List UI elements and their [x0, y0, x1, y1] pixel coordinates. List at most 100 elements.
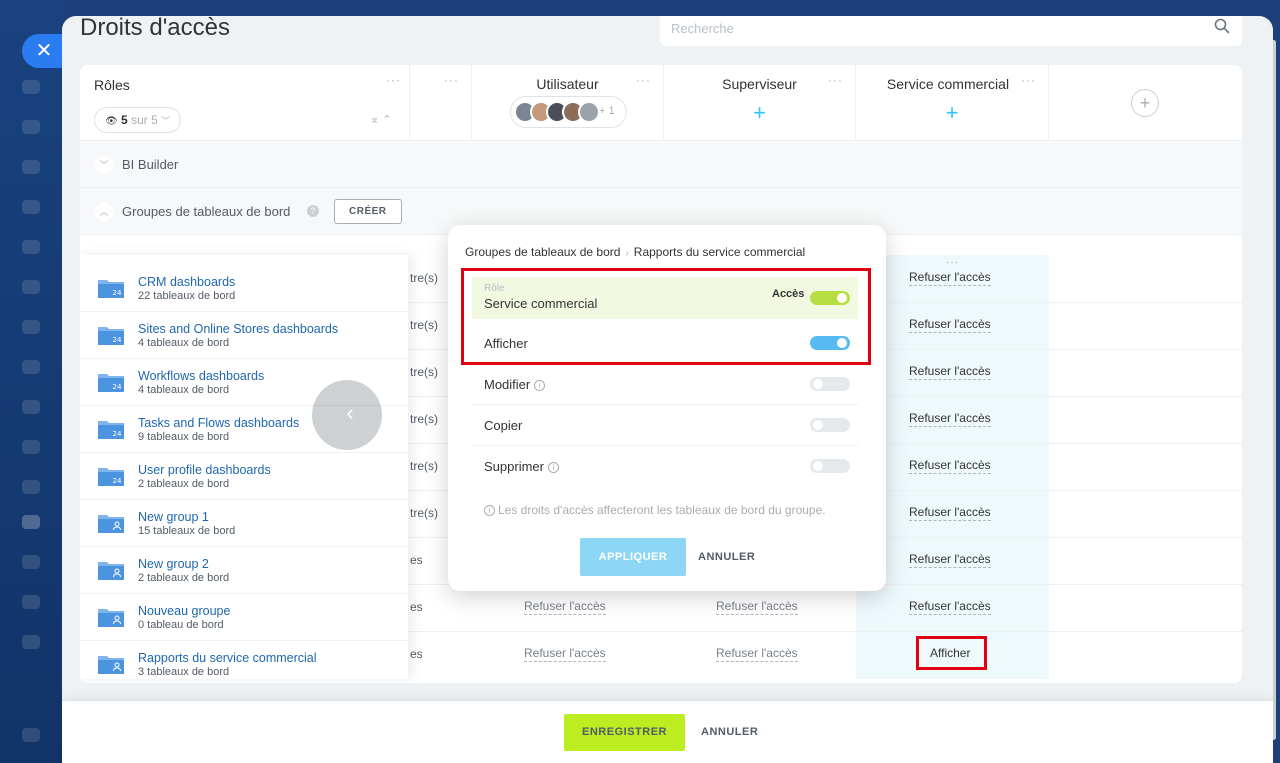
breadcrumb-parent: Groupes de tableaux de bord	[465, 245, 621, 259]
user-permission-cell[interactable]: Refuser l'accès	[524, 599, 606, 615]
permission-cell[interactable]: es	[410, 647, 423, 661]
user-avatars[interactable]: + 1	[510, 96, 627, 128]
bitrix24-folder-icon: 24	[98, 421, 124, 439]
user-permission-cell[interactable]: Refuser l'accès	[524, 646, 606, 662]
group-count: 3 tableaux de bord	[138, 666, 230, 678]
service-permission-cell[interactable]: Refuser l'accès	[909, 599, 991, 615]
service-permission-cell[interactable]: Refuser l'accès	[909, 317, 991, 333]
search-icon[interactable]	[1214, 18, 1230, 34]
apply-button[interactable]: APPLIQUER	[580, 538, 686, 576]
menu-icon[interactable]	[22, 728, 40, 742]
group-row[interactable]: Nouveau groupe 0 tableau de bord	[80, 594, 408, 641]
menu-icon[interactable]	[22, 515, 40, 529]
group-name[interactable]: Tasks and Flows dashboards	[138, 416, 299, 430]
menu-icon[interactable]	[22, 280, 40, 294]
service-permission-cell[interactable]: Refuser l'accès	[909, 411, 991, 427]
group-name[interactable]: User profile dashboards	[138, 463, 271, 477]
permission-cell[interactable]: tre(s)	[410, 412, 438, 426]
add-user-icon[interactable]: +	[942, 102, 962, 124]
service-permission-cell[interactable]: Refuser l'accès	[909, 505, 991, 521]
service-permission-cell[interactable]: Refuser l'accès	[909, 458, 991, 474]
group-name[interactable]: New group 2	[138, 557, 209, 571]
chevron-up-icon[interactable]: ︿	[95, 203, 113, 221]
close-slider-button[interactable]: ✕	[22, 34, 62, 68]
breadcrumb-current: Rapports du service commercial	[633, 245, 806, 259]
menu-icon[interactable]	[22, 480, 40, 494]
edit-toggle[interactable]	[810, 377, 850, 391]
popup-note: i Les droits d'accès affecteront les tabl…	[484, 503, 826, 517]
column-header-clipped: ···	[410, 65, 472, 141]
more-icon[interactable]: ···	[946, 257, 959, 268]
roles-label: Rôles	[94, 77, 130, 93]
menu-icon[interactable]	[22, 240, 40, 254]
group-row[interactable]: Rapports du service commercial 3 tableau…	[80, 641, 408, 683]
visible-roles-selector[interactable]: 👁 5 sur 5 ﹀	[94, 107, 182, 133]
bitrix24-folder-icon: 24	[98, 327, 124, 345]
menu-icon[interactable]	[22, 360, 40, 374]
delete-toggle[interactable]	[810, 459, 850, 473]
group-name[interactable]: Nouveau groupe	[138, 604, 230, 618]
menu-icon[interactable]	[22, 400, 40, 414]
group-name[interactable]: Sites and Online Stores dashboards	[138, 322, 338, 336]
info-icon[interactable]: i	[547, 462, 559, 473]
group-name[interactable]: Workflows dashboards	[138, 369, 264, 383]
permission-cell[interactable]: tre(s)	[410, 459, 438, 473]
more-icon[interactable]: ···	[636, 73, 651, 87]
group-name[interactable]: Rapports du service commercial	[138, 651, 317, 665]
permission-label-wrap: Modifier i	[484, 377, 546, 392]
group-row[interactable]: New group 2 2 tableaux de bord	[80, 547, 408, 594]
menu-icon[interactable]	[22, 120, 40, 134]
more-icon[interactable]: ···	[1021, 73, 1036, 87]
menu-icon[interactable]	[22, 555, 40, 569]
menu-icon[interactable]	[22, 160, 40, 174]
group-name[interactable]: New group 1	[138, 510, 209, 524]
section-bi-builder[interactable]: ﹀ BI Builder	[80, 141, 1242, 188]
chevron-down-icon[interactable]: ﹀	[95, 156, 113, 174]
menu-icon[interactable]	[22, 440, 40, 454]
more-icon[interactable]: ···	[444, 73, 459, 87]
supervisor-permission-cell[interactable]: Refuser l'accès	[716, 646, 798, 662]
close-icon: ✕	[35, 40, 53, 62]
group-row[interactable]: New group 1 15 tableaux de bord	[80, 500, 408, 547]
permission-cell[interactable]: tre(s)	[410, 318, 438, 332]
plus-icon: +	[1139, 93, 1151, 113]
more-icon[interactable]: ···	[828, 73, 843, 87]
more-icon[interactable]: ···	[386, 73, 401, 87]
group-name[interactable]: CRM dashboards	[138, 275, 235, 289]
menu-icon[interactable]	[22, 595, 40, 609]
expand-collapse-icon[interactable]: ⌅ ⌃	[370, 113, 392, 126]
permission-cell[interactable]: tre(s)	[410, 506, 438, 520]
search-input[interactable]: Recherche	[660, 16, 1242, 46]
popup-cancel-button[interactable]: ANNULER	[698, 538, 755, 576]
create-group-button[interactable]: CRÉER	[334, 199, 402, 224]
permission-cell[interactable]: es	[410, 600, 423, 614]
copy-toggle[interactable]	[810, 418, 850, 432]
menu-icon[interactable]	[22, 200, 40, 214]
group-row[interactable]: 24 User profile dashboards 2 tableaux de…	[80, 453, 408, 500]
group-row[interactable]: 24 Sites and Online Stores dashboards 4 …	[80, 312, 408, 359]
note-text: Les droits d'accès affecteront les table…	[498, 503, 826, 517]
permission-label-wrap: Supprimer i	[484, 459, 559, 474]
service-permission-cell[interactable]: Refuser l'accès	[909, 364, 991, 380]
service-permission-cell[interactable]: Refuser l'accès	[909, 270, 991, 286]
add-user-icon[interactable]: +	[750, 102, 770, 124]
menu-icon[interactable]	[22, 320, 40, 334]
save-button[interactable]: ENREGISTRER	[564, 714, 685, 751]
permission-cell[interactable]: es	[410, 553, 423, 567]
user-folder-icon	[98, 515, 124, 533]
add-role-button[interactable]: +	[1131, 89, 1159, 117]
group-row[interactable]: 24 CRM dashboards 22 tableaux de bord	[80, 265, 408, 312]
info-icon[interactable]: i	[534, 380, 546, 391]
column-name: Utilisateur	[536, 76, 599, 92]
permission-cell[interactable]: tre(s)	[410, 271, 438, 285]
menu-icon[interactable]	[22, 80, 40, 94]
menu-icon[interactable]	[22, 635, 40, 649]
cancel-button[interactable]: ANNULER	[701, 714, 758, 751]
avatars-more: + 1	[599, 105, 615, 117]
permission-cell[interactable]: tre(s)	[410, 365, 438, 379]
service-permission-cell[interactable]: Refuser l'accès	[909, 552, 991, 568]
column-header-user: Utilisateur ··· + 1	[472, 65, 664, 141]
supervisor-permission-cell[interactable]: Refuser l'accès	[716, 599, 798, 615]
scroll-left-button[interactable]: ‹	[312, 380, 382, 450]
help-icon[interactable]: ?	[307, 205, 319, 217]
